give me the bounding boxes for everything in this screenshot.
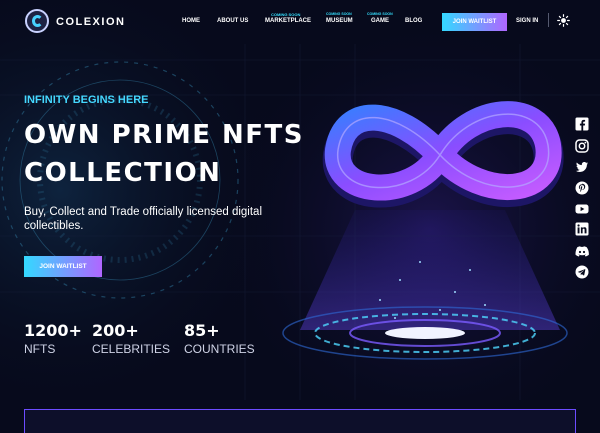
- next-section-panel: [24, 409, 576, 433]
- stat-label: NFTS: [24, 342, 56, 356]
- hero-description: Buy, Collect and Trade officially licens…: [24, 206, 263, 232]
- linkedin-icon[interactable]: [575, 222, 589, 236]
- hero-join-waitlist-button[interactable]: JOIN WAITLIST: [24, 256, 102, 277]
- nav-home[interactable]: HOME: [182, 18, 200, 24]
- nav-about-us[interactable]: ABOUT US: [217, 18, 248, 24]
- nav-game[interactable]: GAME: [371, 18, 389, 24]
- stat-value: 1200+: [24, 321, 82, 340]
- hero-title-line-1: OWN PRIME NFTS: [24, 120, 305, 150]
- stat-nfts: 1200+ NFTS: [24, 321, 82, 356]
- marketplace-coming-soon-badge: COMING SOON: [271, 12, 301, 17]
- museum-coming-soon-badge: COMING SOON: [326, 12, 352, 16]
- brand-name[interactable]: COLEXION: [56, 16, 125, 28]
- sign-in-link[interactable]: SIGN IN: [516, 18, 538, 24]
- nav-blog[interactable]: BLOG: [405, 18, 422, 24]
- instagram-icon[interactable]: [575, 139, 589, 153]
- nav-museum[interactable]: MUSEUM: [326, 18, 353, 24]
- pinterest-icon[interactable]: [575, 181, 589, 195]
- brand-logo-icon[interactable]: [25, 9, 49, 33]
- facebook-icon[interactable]: [575, 117, 589, 131]
- stat-label: COUNTRIES: [184, 342, 255, 356]
- nav-join-waitlist-button[interactable]: JOIN WAITLIST: [442, 13, 507, 31]
- nav-marketplace[interactable]: MARKETPLACE: [265, 18, 311, 24]
- theme-toggle-sun-icon[interactable]: [557, 14, 570, 27]
- telegram-icon[interactable]: [575, 265, 589, 279]
- stat-label: CELEBRITIES: [92, 342, 171, 356]
- hero-title-line-2: COLLECTION: [24, 158, 222, 188]
- top-navbar: COLEXION HOME ABOUT US COMING SOON MARKE…: [0, 0, 600, 44]
- stat-countries: 85+ COUNTRIES: [184, 321, 255, 356]
- stat-value: 85+: [184, 321, 220, 340]
- hero-title: OWN PRIME NFTS COLLECTION: [24, 116, 304, 192]
- stat-celebrities: 200+ CELEBRITIES: [92, 321, 170, 356]
- game-coming-soon-badge: COMING SOON: [367, 12, 393, 16]
- twitter-icon[interactable]: [575, 160, 589, 174]
- youtube-icon[interactable]: [575, 202, 589, 216]
- discord-icon[interactable]: [575, 244, 589, 258]
- hero-eyebrow: INFINITY BEGINS HERE: [24, 94, 149, 106]
- nav-divider: [548, 13, 549, 27]
- stat-value: 200+: [92, 321, 139, 340]
